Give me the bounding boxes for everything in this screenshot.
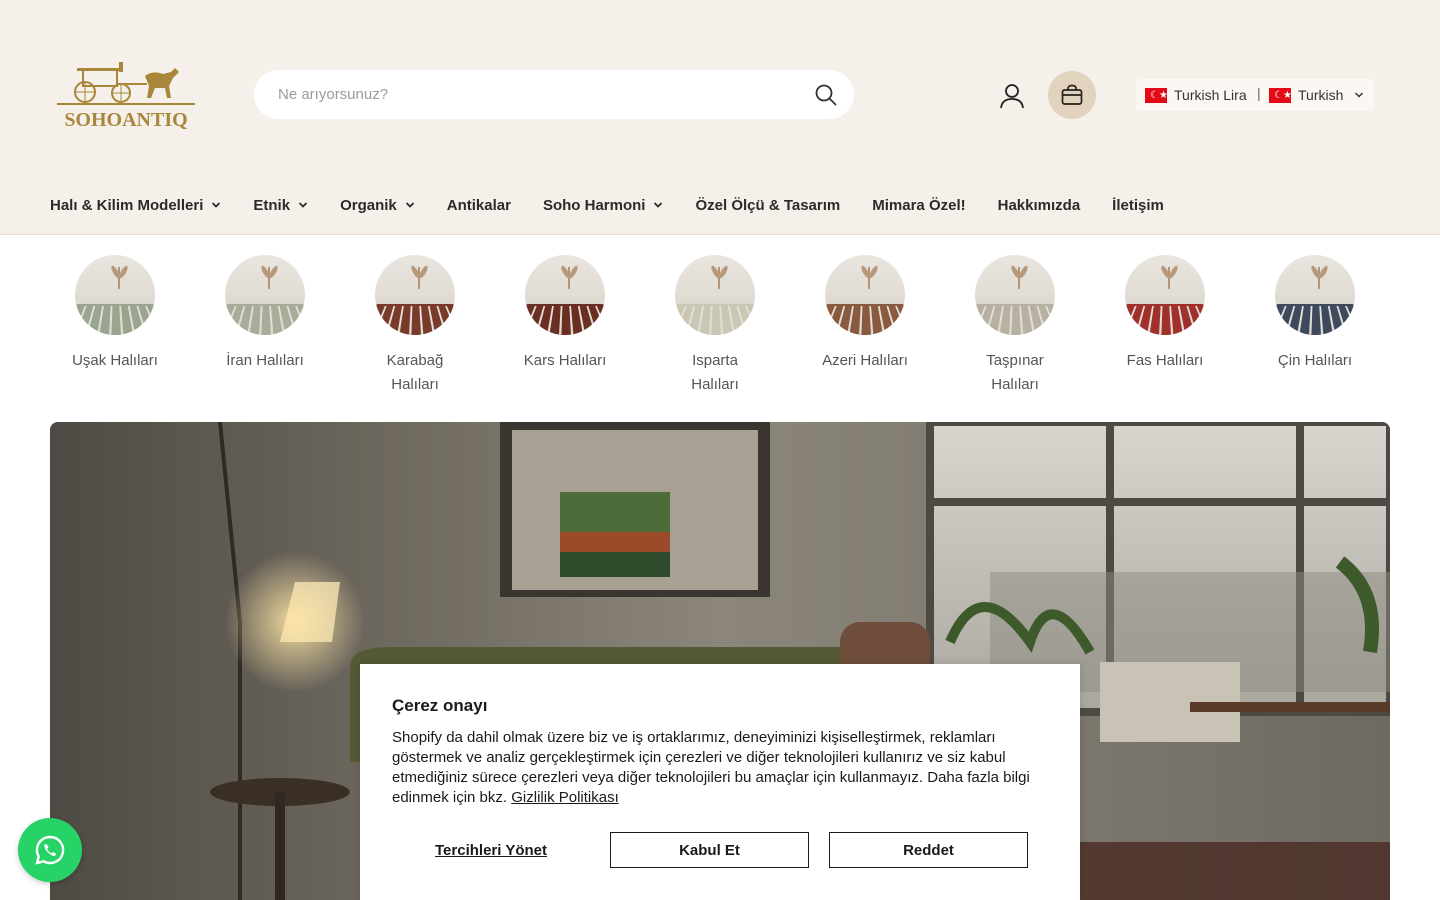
site-header: SOHOANTIQ ☾★ Turkish Lira | ☾★ Turkish H… (0, 0, 1440, 235)
locale-selector[interactable]: ☾★ Turkish Lira | ☾★ Turkish (1136, 79, 1374, 111)
nav-item-ozel-olcu[interactable]: Özel Ölçü & Tasarım (695, 194, 840, 216)
nav-label: Hakkımızda (998, 197, 1081, 214)
chevron-down-icon (653, 200, 663, 210)
logo-text: SOHOANTIQ (64, 109, 187, 130)
nav-label: Soho Harmoni (543, 197, 646, 214)
category-item-azeri[interactable]: Azeri Halıları (800, 255, 930, 373)
nav-item-organik[interactable]: Organik (340, 194, 415, 216)
site-logo[interactable]: SOHOANTIQ (55, 58, 197, 130)
cookie-consent-dialog: Çerez onayı Shopify da dahil olmak üzere… (360, 664, 1080, 900)
search-input[interactable] (278, 70, 798, 119)
main-navigation: Halı & Kilim Modelleri Etnik Organik Ant… (50, 194, 1196, 216)
cookie-body-text: Shopify da dahil olmak üzere biz ve iş o… (392, 729, 1030, 806)
nav-label: Özel Ölçü & Tasarım (695, 197, 840, 214)
nav-item-antikalar[interactable]: Antikalar (447, 194, 511, 216)
category-thumbnail (525, 255, 605, 335)
cookie-title: Çerez onayı (392, 696, 487, 716)
chevron-down-icon (211, 200, 221, 210)
category-label: İran Halıları (200, 349, 330, 373)
category-thumbnail (225, 255, 305, 335)
search-icon[interactable] (814, 83, 838, 107)
locale-separator: | (1257, 85, 1261, 101)
category-item-usak[interactable]: Uşak Halıları (50, 255, 180, 373)
nav-label: Etnik (253, 197, 290, 214)
category-item-iran[interactable]: İran Halıları (200, 255, 330, 373)
category-item-fas[interactable]: Fas Halıları (1100, 255, 1230, 373)
category-carousel: Uşak Halıları İran Halıları Karabağ Halı… (50, 255, 1390, 405)
accept-button[interactable]: Kabul Et (610, 832, 809, 868)
category-label: Isparta Halıları (650, 349, 780, 397)
category-item-cin[interactable]: Çin Halıları (1250, 255, 1380, 373)
category-thumbnail (1275, 255, 1355, 335)
category-item-taspinar[interactable]: Taşpınar Halıları (950, 255, 1080, 397)
category-item-karabag[interactable]: Karabağ Halıları (350, 255, 480, 397)
whatsapp-button[interactable] (18, 818, 82, 882)
nav-label: Organik (340, 197, 397, 214)
currency-label: Turkish Lira (1174, 87, 1247, 103)
category-thumbnail (75, 255, 155, 335)
category-item-kars[interactable]: Kars Halıları (500, 255, 630, 373)
category-thumbnail (1125, 255, 1205, 335)
category-label: Karabağ Halıları (350, 349, 480, 397)
nav-label: İletişim (1112, 197, 1164, 214)
nav-item-hali-kilim[interactable]: Halı & Kilim Modelleri (50, 194, 221, 216)
nav-item-iletisim[interactable]: İletişim (1112, 194, 1164, 216)
account-icon[interactable] (998, 82, 1026, 110)
chevron-down-icon (1354, 90, 1364, 100)
nav-label: Halı & Kilim Modelleri (50, 197, 203, 214)
manage-preferences-button[interactable]: Tercihleri Yönet (392, 832, 590, 868)
category-thumbnail (825, 255, 905, 335)
privacy-policy-link[interactable]: Gizlilik Politikası (511, 789, 619, 806)
category-thumbnail (975, 255, 1055, 335)
language-label: Turkish (1298, 87, 1343, 103)
turkey-flag-icon: ☾★ (1269, 88, 1291, 103)
category-thumbnail (375, 255, 455, 335)
chevron-down-icon (405, 200, 415, 210)
category-item-isparta[interactable]: Isparta Halıları (650, 255, 780, 397)
nav-label: Mimara Özel! (872, 197, 965, 214)
search-bar (254, 70, 854, 119)
category-label: Taşpınar Halıları (950, 349, 1080, 397)
category-label: Uşak Halıları (50, 349, 180, 373)
chevron-down-icon (298, 200, 308, 210)
nav-item-soho-harmoni[interactable]: Soho Harmoni (543, 194, 664, 216)
category-thumbnail (675, 255, 755, 335)
shopping-bag-icon (1060, 83, 1084, 107)
carriage-logo-icon: SOHOANTIQ (55, 58, 197, 130)
category-label: Fas Halıları (1100, 349, 1230, 373)
cookie-body: Shopify da dahil olmak üzere biz ve iş o… (392, 728, 1052, 808)
reject-button[interactable]: Reddet (829, 832, 1028, 868)
nav-item-etnik[interactable]: Etnik (253, 194, 308, 216)
cart-button[interactable] (1048, 71, 1096, 119)
whatsapp-icon (34, 834, 66, 866)
nav-item-mimara-ozel[interactable]: Mimara Özel! (872, 194, 965, 216)
nav-label: Antikalar (447, 197, 511, 214)
category-label: Azeri Halıları (800, 349, 930, 373)
category-label: Çin Halıları (1250, 349, 1380, 373)
category-label: Kars Halıları (500, 349, 630, 373)
turkey-flag-icon: ☾★ (1145, 88, 1167, 103)
nav-item-hakkimizda[interactable]: Hakkımızda (998, 194, 1081, 216)
